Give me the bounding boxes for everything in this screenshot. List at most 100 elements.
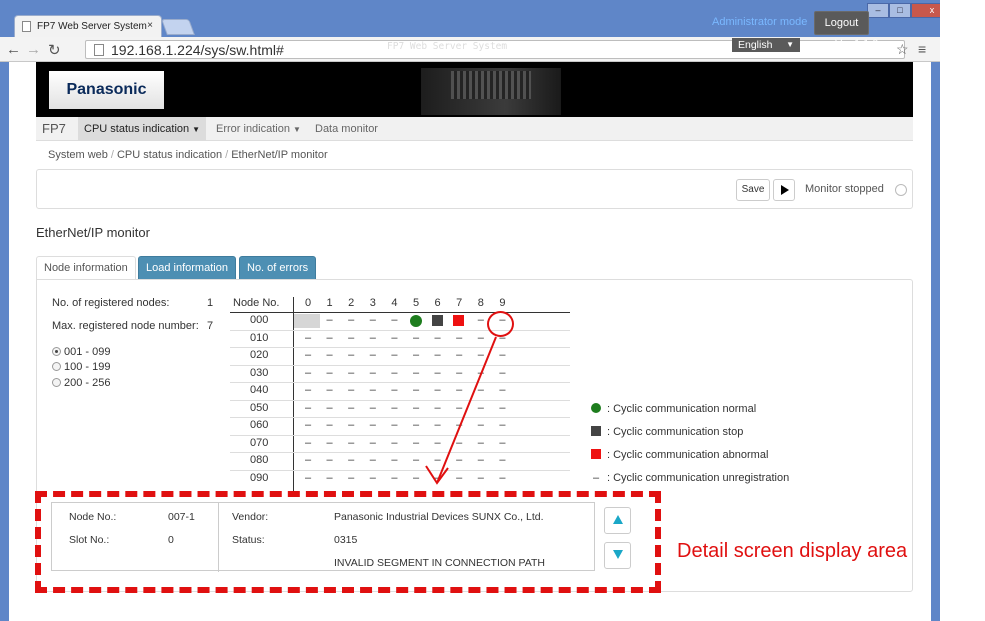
node-unregistered-dash: – xyxy=(326,384,333,396)
node-unregistered-dash: – xyxy=(391,436,398,449)
node-unregistered-dash: – xyxy=(326,314,333,326)
node-unregistered-dash: – xyxy=(477,349,484,361)
range-option-001-099[interactable]: 001 - 099 xyxy=(52,346,110,358)
max-node-label: Max. registered node number: xyxy=(52,320,199,332)
node-unregistered-dash: – xyxy=(391,454,398,466)
menu-cpu-status-label: CPU status indication xyxy=(84,123,190,135)
node-unregistered-dash: – xyxy=(499,471,506,484)
new-tab-button[interactable] xyxy=(161,19,195,35)
menu-icon[interactable]: ≡ xyxy=(918,41,926,57)
node-unregistered-dash: – xyxy=(434,349,441,361)
menu-cpu-status[interactable]: CPU status indication ▼ xyxy=(78,117,207,141)
node-unregistered-dash: – xyxy=(456,366,463,379)
range-option-200-256[interactable]: 200 - 256 xyxy=(52,377,110,389)
grid-row-label: 090 xyxy=(250,471,269,484)
back-icon[interactable]: ← xyxy=(6,41,21,58)
reload-icon[interactable]: ↻ xyxy=(48,41,61,59)
tab-no-of-errors[interactable]: No. of errors xyxy=(239,256,317,280)
panasonic-logo: Panasonic xyxy=(49,71,164,109)
node-unregistered-dash: – xyxy=(412,331,420,344)
node-unregistered-dash: – xyxy=(456,331,463,344)
breadcrumb-cpu-status[interactable]: CPU status indication xyxy=(117,149,222,161)
node-unregistered-dash: – xyxy=(348,401,355,414)
node-unregistered-dash: – xyxy=(434,436,441,449)
node-unregistered-dash: – xyxy=(326,401,333,414)
node-unregistered-dash: – xyxy=(304,384,312,396)
grid-column-header: 1 xyxy=(326,297,333,309)
admin-mode-link[interactable]: Administrator mode xyxy=(712,16,807,28)
page-title: EtherNet/IP monitor xyxy=(36,225,150,240)
node-unregistered-dash: – xyxy=(456,454,463,466)
node-unregistered-dash: – xyxy=(348,471,355,484)
node-unregistered-dash: – xyxy=(477,471,484,484)
radio-unselected[interactable] xyxy=(52,378,61,387)
grid-column-header: 0 xyxy=(304,297,312,309)
node-unregistered-dash: – xyxy=(326,436,333,449)
node-unregistered-dash: – xyxy=(304,366,312,379)
save-button[interactable]: Save xyxy=(736,179,770,201)
grid-row-separator xyxy=(230,434,570,436)
menu-error-indication[interactable]: Error indication ▼ xyxy=(210,117,307,141)
tab-load-information[interactable]: Load information xyxy=(138,256,236,280)
node-unregistered-dash: – xyxy=(412,349,420,361)
server-banner-image xyxy=(421,68,561,115)
browser-tab[interactable]: FP7 Web Server System × xyxy=(14,15,162,37)
breadcrumb-system-web[interactable]: System web xyxy=(48,149,108,161)
node-unregistered-dash: – xyxy=(391,384,398,396)
node-unregistered-dash: – xyxy=(412,366,420,379)
node-unregistered-dash: – xyxy=(412,454,420,466)
red-square-icon xyxy=(591,449,601,459)
legend-label: : Cyclic communication normal xyxy=(607,403,757,415)
node-empty-cell xyxy=(294,314,320,328)
grid-row-separator xyxy=(230,347,570,348)
node-unregistered-dash: – xyxy=(348,314,355,326)
node-unregistered-dash: – xyxy=(412,471,420,484)
grid-row-separator xyxy=(230,417,570,418)
node-unregistered-dash: – xyxy=(499,349,506,361)
tab-node-information[interactable]: Node information xyxy=(36,256,136,280)
close-tab-icon[interactable]: × xyxy=(147,20,153,31)
bookmark-star-icon[interactable]: ☆ xyxy=(896,41,909,58)
node-unregistered-dash: – xyxy=(391,366,398,379)
node-unregistered-dash: – xyxy=(477,314,484,326)
radio-selected[interactable] xyxy=(52,347,61,356)
radio-unselected[interactable] xyxy=(52,362,61,371)
start-monitor-button[interactable] xyxy=(773,179,795,201)
node-unregistered-dash: – xyxy=(326,454,333,466)
annotation-label: Detail screen display area xyxy=(677,540,908,562)
node-unregistered-dash: – xyxy=(434,454,441,466)
page-icon xyxy=(22,21,31,32)
caret-down-icon: ▼ xyxy=(192,125,201,134)
window-border-right xyxy=(931,62,940,621)
maximize-button[interactable]: □ xyxy=(889,3,911,18)
node-unregistered-dash: – xyxy=(499,366,506,379)
node-unregistered-dash: – xyxy=(304,331,312,344)
node-unregistered-dash: – xyxy=(499,401,506,414)
forward-icon[interactable]: → xyxy=(26,41,41,58)
minimize-button[interactable]: – xyxy=(867,3,889,18)
node-unregistered-dash: – xyxy=(326,349,333,361)
node-unregistered-dash: – xyxy=(499,436,506,449)
node-unregistered-dash: – xyxy=(348,436,355,449)
grid-row-label: 030 xyxy=(250,366,269,379)
node-unregistered-dash: – xyxy=(304,454,312,466)
dropdown-arrow-icon: ▼ xyxy=(786,40,794,49)
node-unregistered-dash: – xyxy=(348,384,355,396)
language-select[interactable]: English ▼ xyxy=(732,38,800,52)
grid-row-separator xyxy=(230,452,570,453)
node-unregistered-dash: – xyxy=(499,419,506,431)
node-unregistered-dash: – xyxy=(434,384,441,396)
node-unregistered-dash: – xyxy=(369,454,376,466)
menu-data-monitor[interactable]: Data monitor xyxy=(309,117,384,141)
node-unregistered-dash: – xyxy=(391,314,398,326)
menu-brand[interactable]: FP7 xyxy=(42,121,66,136)
node-unregistered-dash: – xyxy=(369,419,376,431)
max-node-value: 7 xyxy=(207,320,214,332)
page-icon xyxy=(94,44,104,56)
node-unregistered-dash: – xyxy=(456,471,463,484)
range-option-100-199[interactable]: 100 - 199 xyxy=(52,361,110,373)
node-unregistered-dash: – xyxy=(434,331,441,344)
logout-button[interactable]: Logout xyxy=(814,11,869,35)
node-unregistered-dash: – xyxy=(348,331,355,344)
browser-tab-title: FP7 Web Server System xyxy=(37,21,147,32)
